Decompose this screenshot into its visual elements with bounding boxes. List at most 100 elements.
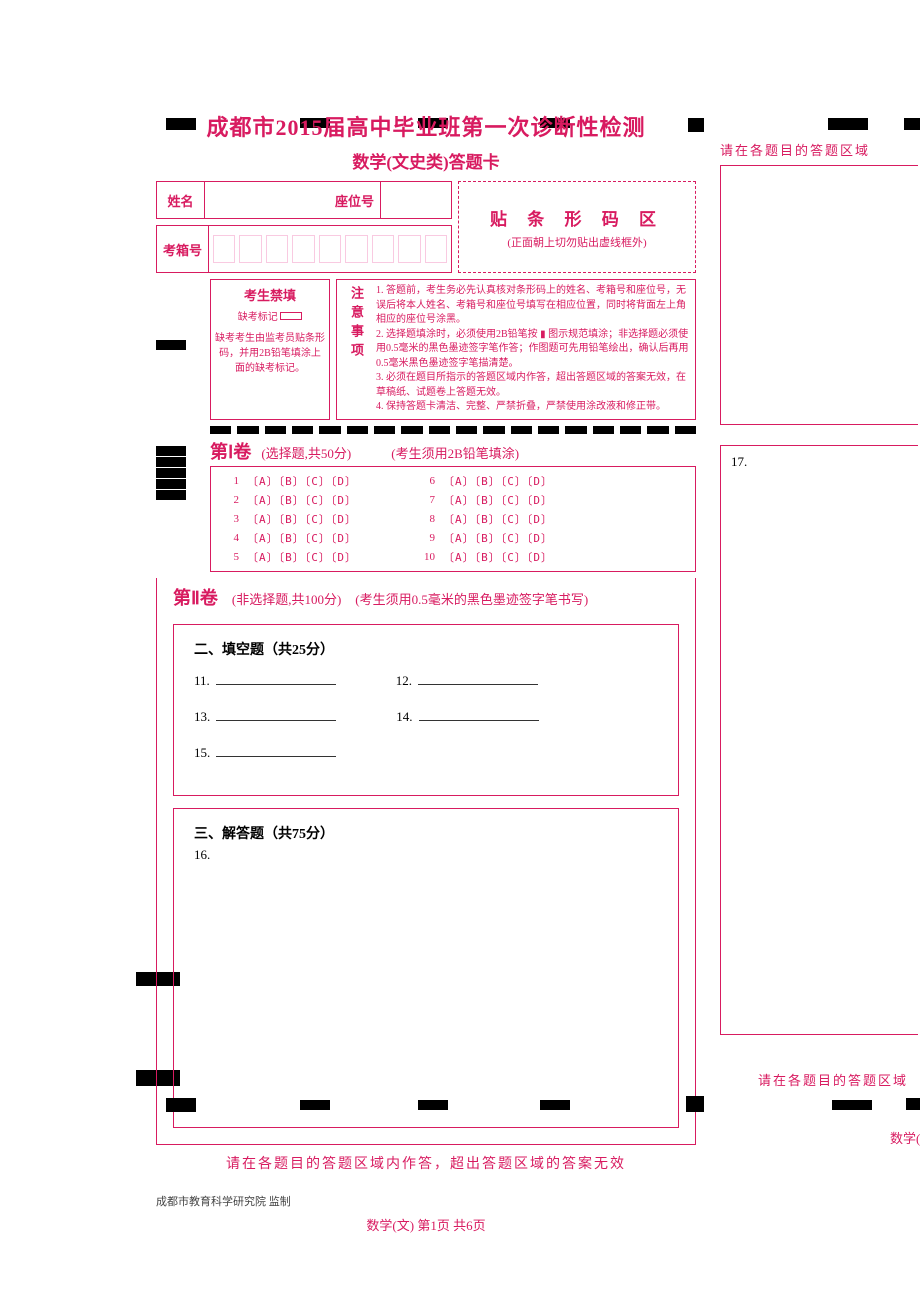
mc-opts[interactable]: 〔A〕〔B〕〔C〕〔D〕: [247, 530, 357, 546]
section1-label: 第Ⅰ卷: [210, 442, 251, 462]
section2-label: 第Ⅱ卷: [173, 584, 218, 610]
title-sub: 数学(文史类)答题卡: [156, 148, 696, 173]
fill-item-11[interactable]: 11.: [194, 673, 336, 689]
fill-num: 13.: [194, 709, 210, 725]
align-mark: [686, 1096, 704, 1112]
name-seat-box: 姓名 座位号: [156, 181, 452, 219]
align-mark: [906, 1098, 920, 1110]
mc-opts[interactable]: 〔A〕〔B〕〔C〕〔D〕: [247, 492, 357, 508]
dash-separator: [210, 426, 696, 434]
mc-row[interactable]: 2 〔A〕〔B〕〔C〕〔D〕: [221, 492, 357, 508]
exambox-row: 考箱号: [156, 225, 452, 273]
mc-opts[interactable]: 〔A〕〔B〕〔C〕〔D〕: [443, 530, 553, 546]
fill-item-13[interactable]: 13.: [194, 709, 336, 725]
fill-num: 15.: [194, 745, 210, 761]
title-main: 成都市2015届高中毕业班第一次诊断性检测: [156, 110, 696, 142]
mc-opts[interactable]: 〔A〕〔B〕〔C〕〔D〕: [247, 473, 357, 489]
notes-header: 注意事项: [343, 284, 370, 415]
align-mark: [418, 1100, 448, 1110]
section2-hint: (考生须用0.5毫米的黑色墨迹签字笔书写): [355, 589, 588, 608]
align-mark: [828, 118, 868, 130]
absent-mark-box[interactable]: [280, 312, 302, 320]
section2-desc: (非选择题,共100分): [232, 589, 341, 608]
mc-col-left: 1 〔A〕〔B〕〔C〕〔D〕 2 〔A〕〔B〕〔C〕〔D〕 3 〔A〕〔B〕〔C〕〔D…: [221, 473, 357, 565]
mc-num: 3: [221, 513, 239, 525]
mc-num: 1: [221, 475, 239, 487]
fill-blank-box: 二、填空题（共25分） 11. 12. 13. 14. 15.: [173, 624, 679, 796]
notes-box: 注意事项 1. 答题前，考生务必先认真核对条形码上的姓名、考箱号和座位号，无误后…: [336, 279, 696, 420]
forbid-title: 考生禁填: [215, 286, 325, 306]
barcode-zone: 贴 条 形 码 区 (正面朝上切勿贴出虚线框外): [458, 181, 696, 273]
mc-row[interactable]: 4 〔A〕〔B〕〔C〕〔D〕: [221, 530, 357, 546]
notes-list: 1. 答题前，考生务必先认真核对条形码上的姓名、考箱号和座位号，无误后将本人姓名…: [370, 284, 689, 415]
mc-row[interactable]: 6 〔A〕〔B〕〔C〕〔D〕: [417, 473, 553, 489]
mc-row[interactable]: 7 〔A〕〔B〕〔C〕〔D〕: [417, 492, 553, 508]
section2-header: 第Ⅱ卷 (非选择题,共100分) (考生须用0.5毫米的黑色墨迹签字笔书写): [173, 578, 679, 614]
mc-num: 6: [417, 475, 435, 487]
notes-item: 3. 必须在题目所指示的答题区域内作答，超出答题区域的答案无效，在草稿纸、试题卷…: [376, 371, 689, 400]
mc-row[interactable]: 9 〔A〕〔B〕〔C〕〔D〕: [417, 530, 553, 546]
mc-col-right: 6 〔A〕〔B〕〔C〕〔D〕 7 〔A〕〔B〕〔C〕〔D〕 8 〔A〕〔B〕〔C〕〔D…: [417, 473, 553, 565]
right-top-note: 请在各题目的答题区域: [720, 140, 920, 159]
mc-opts[interactable]: 〔A〕〔B〕〔C〕〔D〕: [443, 473, 553, 489]
right-box-q17[interactable]: 17.: [720, 445, 918, 1035]
boundary-note: 请在各题目的答题区域内作答，超出答题区域的答案无效: [156, 1153, 696, 1173]
right-partial-page: 请在各题目的答题区域 17.: [720, 140, 920, 1035]
forbid-mark-row: 缺考标记: [215, 310, 325, 325]
mc-opts[interactable]: 〔A〕〔B〕〔C〕〔D〕: [247, 549, 357, 565]
footer-page: 数学(文) 第1页 共6页: [156, 1215, 696, 1234]
mc-num: 9: [417, 532, 435, 544]
notes-item: 2. 选择题填涂时，必须使用2B铅笔按 ▮ 图示规范填涂；非选择题必须使用0.5…: [376, 328, 689, 372]
mc-num: 10: [417, 551, 435, 563]
seat-field[interactable]: [381, 182, 451, 218]
mc-opts[interactable]: 〔A〕〔B〕〔C〕〔D〕: [247, 511, 357, 527]
mc-num: 5: [221, 551, 239, 563]
section1-desc: (选择题,共50分): [261, 443, 351, 462]
right-footer: 数学(: [890, 1128, 920, 1147]
fill-num: 14.: [396, 709, 412, 725]
mc-row[interactable]: 1 〔A〕〔B〕〔C〕〔D〕: [221, 473, 357, 489]
name-field[interactable]: [205, 182, 329, 218]
fill-item-14[interactable]: 14.: [396, 709, 538, 725]
mc-num: 8: [417, 513, 435, 525]
mc-opts[interactable]: 〔A〕〔B〕〔C〕〔D〕: [443, 492, 553, 508]
mc-row[interactable]: 5 〔A〕〔B〕〔C〕〔D〕: [221, 549, 357, 565]
forbid-mark-label: 缺考标记: [238, 312, 278, 323]
mc-row[interactable]: 10 〔A〕〔B〕〔C〕〔D〕: [417, 549, 553, 565]
barcode-title: 贴 条 形 码 区: [490, 205, 664, 230]
name-label: 姓名: [157, 182, 205, 218]
fill-num: 11.: [194, 673, 210, 689]
mc-opts[interactable]: 〔A〕〔B〕〔C〕〔D〕: [443, 511, 553, 527]
multiple-choice-box: 1 〔A〕〔B〕〔C〕〔D〕 2 〔A〕〔B〕〔C〕〔D〕 3 〔A〕〔B〕〔C〕〔D…: [210, 466, 696, 572]
exambox-cells[interactable]: [209, 226, 451, 272]
mc-row[interactable]: 3 〔A〕〔B〕〔C〕〔D〕: [221, 511, 357, 527]
notes-item: 4. 保持答题卡清洁、完整、严禁折叠，严禁使用涂改液和修正带。: [376, 400, 689, 415]
section1-header: 第Ⅰ卷 (选择题,共50分) (考生须用2B铅笔填涂): [156, 438, 696, 464]
q17-label: 17.: [731, 454, 747, 469]
align-mark: [300, 1100, 330, 1110]
answer-box-16[interactable]: 三、解答题（共75分） 16.: [173, 808, 679, 1128]
footer-credit: 成都市教育科学研究院 监制: [156, 1193, 696, 1209]
exambox-label: 考箱号: [157, 226, 209, 272]
mc-row[interactable]: 8 〔A〕〔B〕〔C〕〔D〕: [417, 511, 553, 527]
fill-item-15[interactable]: 15.: [194, 745, 336, 761]
mc-num: 4: [221, 532, 239, 544]
align-mark: [904, 118, 920, 130]
fill-item-12[interactable]: 12.: [396, 673, 538, 689]
fill-title: 二、填空题（共25分）: [194, 639, 658, 659]
barcode-note: (正面朝上切勿贴出虚线框外): [507, 234, 646, 250]
seat-label: 座位号: [329, 182, 381, 218]
fill-num: 12.: [396, 673, 412, 689]
rules-row: 考生禁填 缺考标记 缺考考生由监考员贴条形码，并用2B铅笔填涂上面的缺考标记。 …: [210, 279, 696, 420]
right-box-blank[interactable]: [720, 165, 918, 425]
mc-opts[interactable]: 〔A〕〔B〕〔C〕〔D〕: [443, 549, 553, 565]
mc-num: 7: [417, 494, 435, 506]
mc-num: 2: [221, 494, 239, 506]
forbid-box: 考生禁填 缺考标记 缺考考生由监考员贴条形码，并用2B铅笔填涂上面的缺考标记。: [210, 279, 330, 420]
align-mark: [540, 1100, 570, 1110]
notes-item: 1. 答题前，考生务必先认真核对条形码上的姓名、考箱号和座位号，无误后将本人姓名…: [376, 284, 689, 328]
answer-title: 三、解答题（共75分）: [194, 823, 658, 843]
align-mark: [832, 1100, 872, 1110]
forbid-note: 缺考考生由监考员贴条形码，并用2B铅笔填涂上面的缺考标记。: [215, 331, 325, 376]
right-bottom-note: 请在各题目的答题区域: [758, 1070, 908, 1089]
